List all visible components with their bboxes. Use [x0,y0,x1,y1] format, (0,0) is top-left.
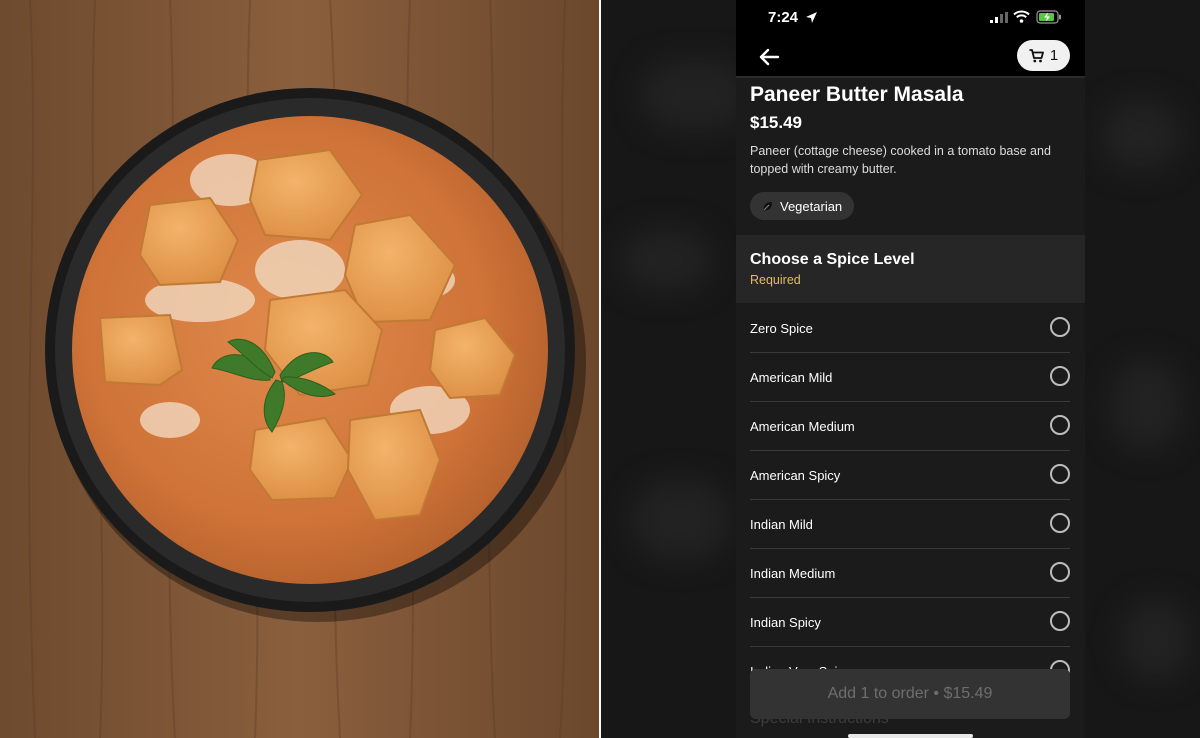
screenshot: 7:24 1 Paneer Butter Masala $15.49 Panee… [0,0,1200,738]
back-button[interactable] [754,42,784,72]
option-label: American Mild [750,370,833,385]
home-indicator [848,734,973,738]
spice-level-section-header: Choose a Spice Level Required [736,235,1085,303]
vegetarian-badge: Vegetarian [750,192,855,220]
spice-option-american-spicy[interactable]: American Spicy [750,450,1070,500]
spice-option-zero-spice[interactable]: Zero Spice [750,303,1070,353]
location-arrow-icon [806,12,817,23]
paneer-dish-illustration [0,0,600,738]
radio-button[interactable] [1050,562,1070,582]
vegetarian-label: Vegetarian [780,198,843,214]
section-title: Choose a Spice Level [750,251,915,268]
radio-button[interactable] [1050,317,1070,337]
option-label: Indian Medium [750,566,836,581]
navigation-bar: 1 [736,36,1085,78]
cart-count: 1 [1049,47,1059,64]
cellular-signal-icon [990,12,1008,23]
spice-option-american-medium[interactable]: American Medium [750,401,1070,451]
battery-charging-icon [1036,10,1061,24]
option-label: Zero Spice [750,321,813,336]
arrow-left-icon [759,48,780,66]
radio-button[interactable] [1050,611,1070,631]
status-time: 7:24 [768,9,799,26]
spice-option-indian-spicy[interactable]: Indian Spicy [750,597,1070,647]
item-price: $15.49 [750,113,802,132]
shopping-cart-icon [1029,48,1044,62]
cart-button[interactable]: 1 [1017,40,1070,71]
radio-button[interactable] [1050,513,1070,533]
item-title: Paneer Butter Masala [750,83,964,106]
option-label: American Spicy [750,468,841,483]
required-label: Required [750,273,801,287]
spice-option-indian-mild[interactable]: Indian Mild [750,499,1070,549]
item-description: Paneer (cottage cheese) cooked in a toma… [750,144,1051,176]
add-to-order-button[interactable]: Add 1 to order • $15.49 [750,669,1070,719]
radio-button[interactable] [1050,464,1070,484]
leaf-icon [763,201,772,211]
option-label: American Medium [750,419,855,434]
option-label: Indian Mild [750,517,813,532]
radio-button[interactable] [1050,415,1070,435]
radio-button[interactable] [1050,366,1070,386]
food-photo [0,0,600,738]
phone-screen: 7:24 1 Paneer Butter Masala $15.49 Panee… [736,0,1085,738]
wifi-icon [1013,10,1030,23]
status-bar: 7:24 [736,0,1085,36]
spice-option-indian-medium[interactable]: Indian Medium [750,548,1070,598]
option-label: Indian Spicy [750,615,821,630]
item-details: Paneer Butter Masala $15.49 Paneer (cott… [736,78,1085,235]
spice-option-american-mild[interactable]: American Mild [750,352,1070,402]
